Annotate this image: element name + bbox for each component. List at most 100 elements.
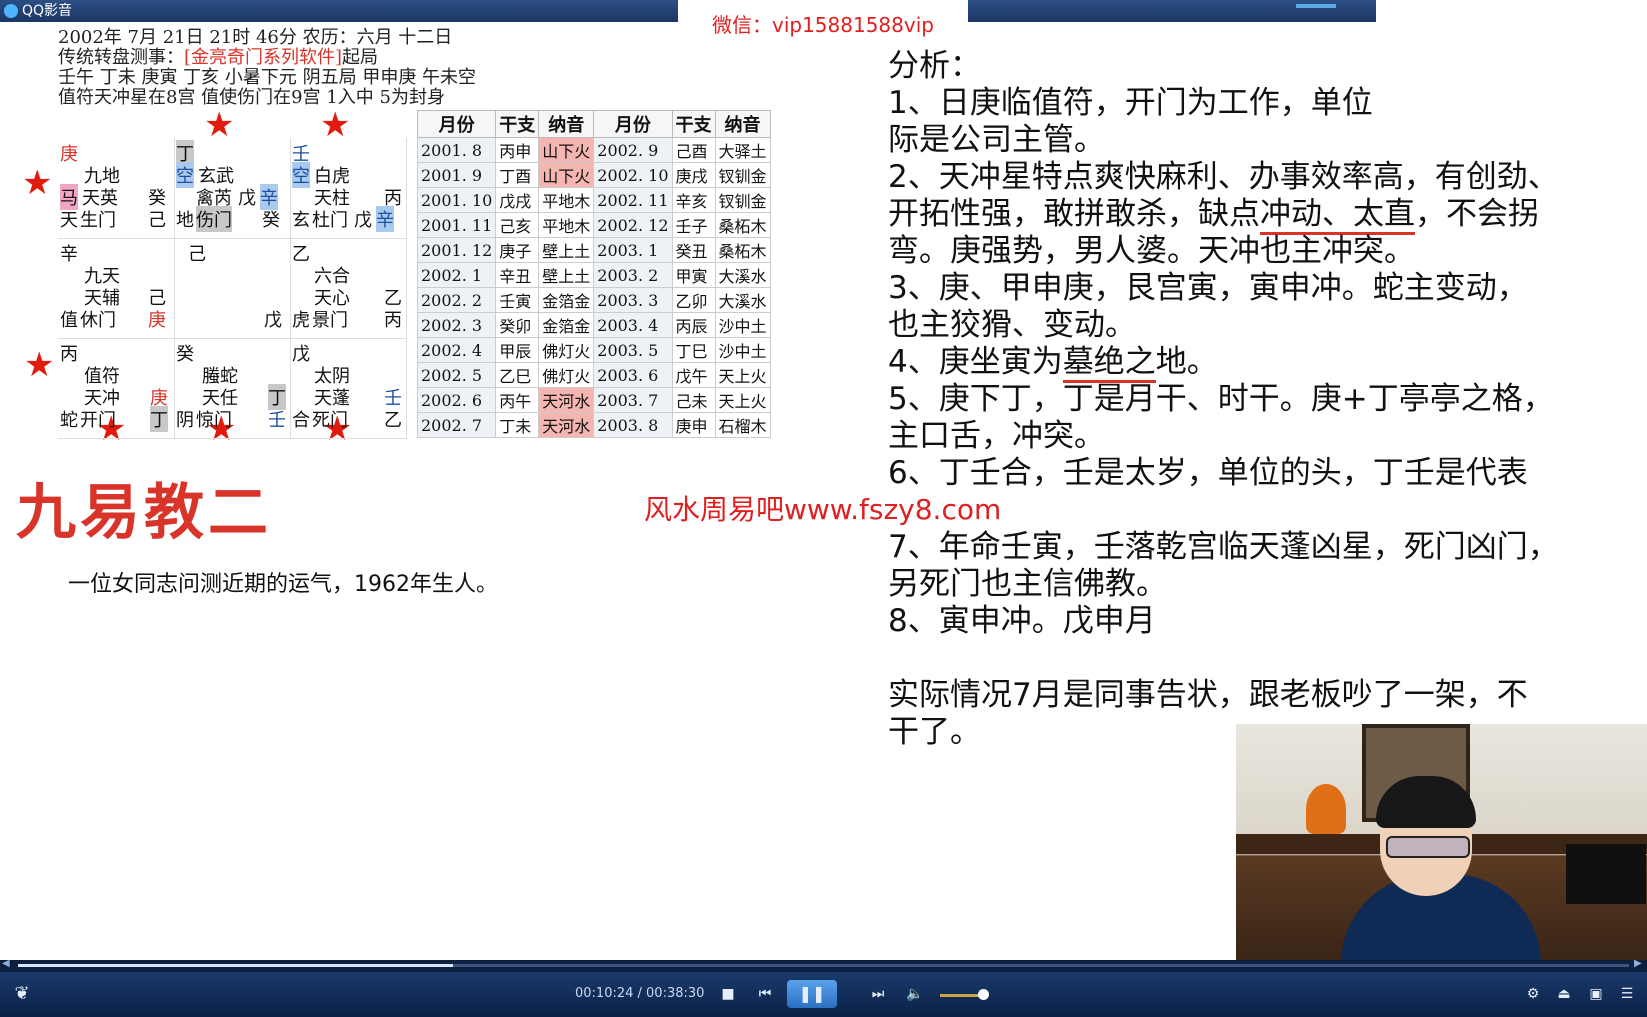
- cell-text: 生门: [80, 210, 116, 231]
- analysis-line: 1、日庚临值符，开门为工作，单位: [888, 85, 1373, 121]
- table-cell: 桑柘木: [714, 237, 771, 263]
- monitor: [1566, 844, 1646, 904]
- table-cell: 金箔金: [538, 287, 595, 313]
- cell-text: 己: [148, 210, 166, 231]
- cell-text: 丙: [60, 344, 78, 365]
- cell-text: 景门: [312, 310, 348, 331]
- chart-ganzhi-line: 壬午 丁未 庚寅 丁亥 小暑下元 阴五局 甲申庚 午未空: [58, 67, 477, 88]
- table-cell: 2002. 2: [416, 287, 497, 313]
- seek-bar[interactable]: ◀ ▶: [0, 958, 1647, 972]
- screen-icon[interactable]: ▣: [1585, 980, 1607, 1008]
- cell-text: 地: [176, 210, 194, 231]
- cell-text: 空: [176, 162, 194, 188]
- webcam-video: [1236, 724, 1647, 960]
- table-cell: 丁巳: [671, 337, 716, 363]
- table-cell: 2001. 9: [416, 162, 497, 188]
- table-cell: 2002. 5: [416, 362, 497, 388]
- cell-text: 开门: [80, 410, 116, 431]
- qimen-chart: 2002年 7月 21日 21时 46分 农历：六月 十二日 传统转盘测事：[金…: [22, 26, 810, 458]
- cell-text: 合: [292, 410, 310, 431]
- table-cell: 天上火: [714, 362, 771, 388]
- prev-icon[interactable]: ⏮: [753, 980, 777, 1008]
- seek-right-icon[interactable]: ▶: [1634, 958, 1642, 969]
- table-row: 2002. 6 丙午 天河水 2003. 7 己未 天上火: [416, 387, 771, 413]
- cell-text: 辛: [60, 244, 78, 265]
- table-cell: 钗钏金: [714, 187, 771, 213]
- analysis-line: 际是公司主管。: [888, 122, 1105, 158]
- table-header-cell: 干支: [495, 110, 540, 138]
- table-cell: 2003. 5: [593, 337, 673, 363]
- titlebar-right[interactable]: [968, 0, 1376, 22]
- palace-cell: 己 戊: [174, 238, 291, 339]
- qq-player-logo-icon: [4, 4, 18, 18]
- table-cell: 山下火: [538, 137, 595, 163]
- cell-text: 天: [60, 210, 78, 231]
- wrench-icon[interactable]: ⚙: [1522, 980, 1544, 1008]
- analysis-line: 2、天冲星特点爽快麻利、办事效率高，有创劲、: [888, 159, 1559, 195]
- cell-text: 壬: [268, 410, 286, 431]
- list-icon[interactable]: ☰: [1616, 980, 1638, 1008]
- analysis-line: 4、庚坐寅为墓绝之地。: [888, 344, 1548, 383]
- seek-left-icon[interactable]: ◀: [2, 958, 10, 969]
- table-cell: 2003. 4: [593, 312, 673, 338]
- volume-knob[interactable]: [978, 989, 989, 1000]
- nine-palace-grid: 庚 九地 马 天英 癸 天 生门 己 丁 空 玄武 禽芮 戊 辛 地 伤门 癸 …: [58, 138, 408, 458]
- table-cell: 丁未: [495, 412, 540, 438]
- table-cell: 2003. 1: [593, 237, 673, 263]
- table-cell: 辛亥: [671, 187, 716, 213]
- next-icon[interactable]: ⏭: [866, 980, 890, 1008]
- table-row: 2002. 5 乙巳 佛灯火 2003. 6 戊午 天上火: [416, 362, 771, 388]
- table-cell: 2002. 11: [593, 187, 673, 213]
- table-row: 2001. 9 丁酉 山下火 2002. 10 庚戌 钗钏金: [416, 162, 771, 188]
- table-cell: 天河水: [538, 412, 595, 438]
- playback-time: 00:10:24 / 00:38:30: [575, 986, 705, 1001]
- table-cell: 2002. 7: [416, 412, 497, 438]
- table-cell: 平地木: [538, 187, 595, 213]
- underlined-phrase: 墓绝之: [1062, 344, 1156, 383]
- table-cell: 天上火: [714, 387, 771, 413]
- table-cell: 丙申: [495, 137, 540, 163]
- app-titlebar[interactable]: QQ影音: [0, 0, 678, 22]
- cell-text: 庚: [148, 310, 166, 331]
- table-cell: 2001. 11: [416, 212, 497, 238]
- table-row: 2001. 12 庚子 壁上土 2003. 1 癸丑 桑柘木: [416, 237, 771, 263]
- cell-text: 休门: [80, 310, 116, 331]
- footprint-icon[interactable]: ❦: [10, 980, 34, 1008]
- table-cell: 甲辰: [495, 337, 540, 363]
- analysis-line: 实际情况7月是同事告状，跟老板吵了一架，不: [888, 677, 1528, 713]
- table-cell: 大溪水: [714, 262, 771, 288]
- cell-text: 蛇: [60, 410, 78, 431]
- palace-cell: 癸 螣蛇 天任 丁 阴 惊门 壬: [174, 338, 291, 439]
- table-cell: 戊戌: [495, 187, 540, 213]
- cell-text: 癸: [176, 344, 194, 365]
- eject-icon[interactable]: ⏏: [1553, 980, 1575, 1008]
- table-header-cell: 纳音: [538, 110, 595, 138]
- chart-zhifu-line: 值符天冲星在8宫 值使伤门在9宫 1入中 5为封身: [58, 87, 445, 108]
- pause-icon[interactable]: ❚❚: [787, 980, 837, 1008]
- table-cell: 2003. 8: [593, 412, 673, 438]
- volume-icon[interactable]: 🔈: [904, 980, 926, 1008]
- table-cell: 丙辰: [671, 312, 716, 338]
- table-row: 2002. 3 癸卯 金箔金 2003. 4 丙辰 沙中土: [416, 312, 771, 338]
- table-cell: 佛灯火: [538, 337, 595, 363]
- table-cell: 2002. 1: [416, 262, 497, 288]
- table-row: 2001. 10 戊戌 平地木 2002. 11 辛亥 钗钏金: [416, 187, 771, 213]
- table-cell: 己酉: [671, 137, 716, 163]
- analysis-line: 另死门也主信佛教。: [888, 566, 1167, 602]
- table-cell: 沙中土: [714, 337, 771, 363]
- cell-text: 丙: [384, 310, 402, 331]
- palace-cell: 乙 六合 天心 乙 虎 景门 丙: [290, 238, 407, 339]
- table-cell: 山下火: [538, 162, 595, 188]
- table-cell: 庚子: [495, 237, 540, 263]
- table-cell: 壬子: [671, 212, 716, 238]
- table-header-cell: 月份: [593, 110, 673, 138]
- table-cell: 2001. 8: [416, 137, 497, 163]
- analysis-fragment: 4、庚坐寅为: [888, 344, 1063, 380]
- cell-text: 死门: [312, 410, 348, 431]
- star-icon: ★: [24, 345, 55, 385]
- stop-icon[interactable]: ■: [717, 980, 739, 1008]
- cell-text: 乙: [384, 410, 402, 431]
- table-cell: 2003. 3: [593, 287, 673, 313]
- cell-text: 空: [292, 162, 310, 188]
- analysis-line: 主口舌，冲突。: [888, 418, 1105, 454]
